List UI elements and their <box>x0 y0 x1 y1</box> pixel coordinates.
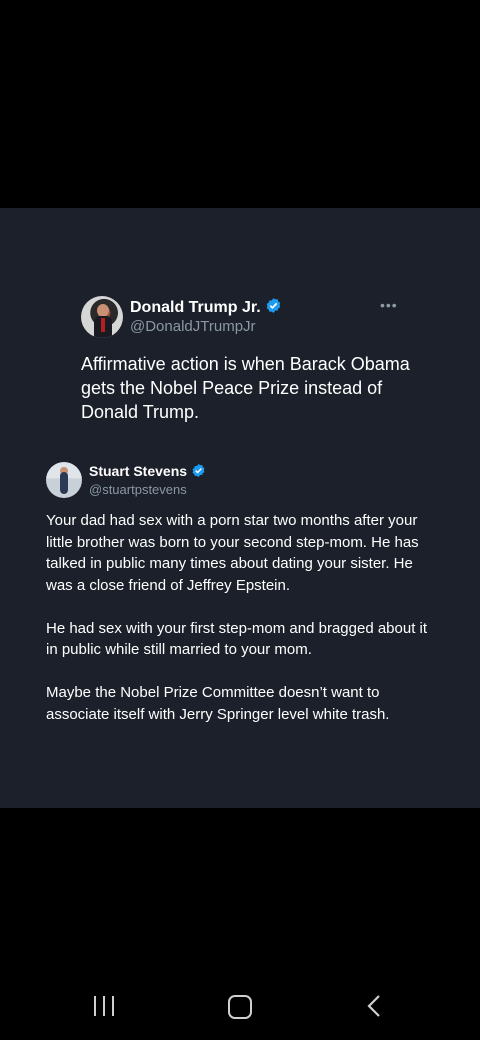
reply-paragraph: Maybe the Nobel Prize Committee doesn’t … <box>46 684 390 723</box>
tweet-author-name-text: Donald Trump Jr. <box>130 299 261 316</box>
avatar-body <box>60 472 68 494</box>
reply-text: Your dad had sex with a porn star two mo… <box>46 510 438 747</box>
tweet-author-handle[interactable]: @DonaldJTrumpJr <box>130 318 256 335</box>
back-icon[interactable] <box>364 994 384 1018</box>
reply-paragraph: He had sex with your first step-mom and … <box>46 619 428 659</box>
home-icon[interactable] <box>228 995 252 1019</box>
reply-author-name[interactable]: Stuart Stevens <box>89 463 206 479</box>
avatar-tie <box>101 318 105 332</box>
avatar-donald-trump-jr[interactable] <box>81 296 123 338</box>
reply-author-name-text: Stuart Stevens <box>89 463 188 479</box>
tweet-text: Affirmative action is when Barack Obama … <box>81 354 410 422</box>
verified-badge-icon <box>266 298 280 313</box>
avatar-stuart-stevens[interactable] <box>46 462 82 498</box>
verified-badge-icon <box>192 463 205 478</box>
reply-author-handle[interactable]: @stuartpstevens <box>89 482 187 497</box>
more-options-icon[interactable]: ••• <box>380 297 398 313</box>
reply-paragraph: Your dad had sex with a porn star two mo… <box>46 512 419 594</box>
recent-apps-icon[interactable] <box>94 996 116 1016</box>
tweet-author-name[interactable]: Donald Trump Jr. <box>130 297 282 317</box>
top-black-area <box>0 0 480 208</box>
